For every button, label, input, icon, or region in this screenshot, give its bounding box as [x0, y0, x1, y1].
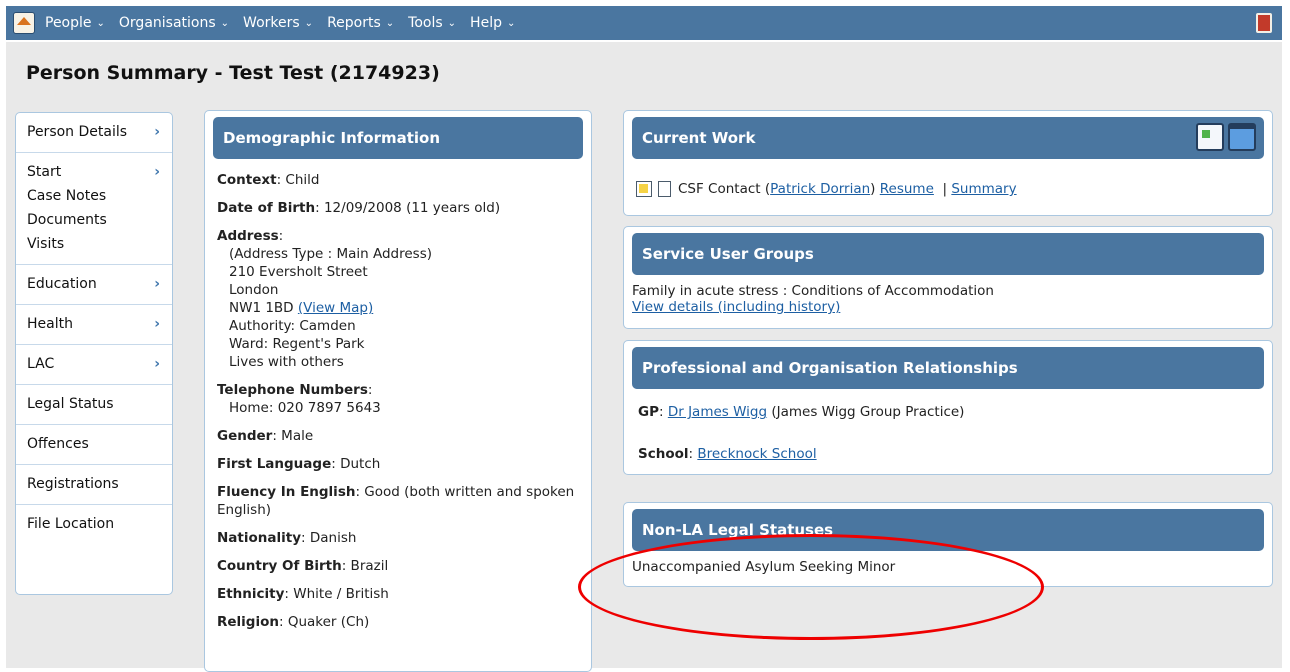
sidebar-group-offences: Offences	[16, 425, 172, 465]
sidebar-item-file-location[interactable]: File Location	[16, 513, 172, 537]
home-icon[interactable]	[13, 12, 35, 34]
chevron-right-icon: ›	[154, 316, 160, 332]
service-user-groups-body: Family in acute stress : Conditions of A…	[624, 275, 1272, 323]
workflow-icon[interactable]	[1196, 123, 1224, 151]
nav-people[interactable]: People ⌄	[45, 15, 105, 31]
sidebar-group-person: Person Details ›	[16, 113, 172, 153]
gender-row: Gender: Male	[217, 428, 314, 444]
gp-row: GP: Dr James Wigg (James Wigg Group Prac…	[638, 404, 965, 420]
address-lines: (Address Type : Main Address) 210 Eversh…	[217, 245, 579, 371]
sidebar-item-health[interactable]: Health ›	[16, 313, 172, 337]
sidebar-item-offences[interactable]: Offences	[16, 433, 172, 457]
country-of-birth-row: Country Of Birth: Brazil	[217, 558, 389, 574]
relationships-body: GP: Dr James Wigg (James Wigg Group Prac…	[624, 389, 1272, 501]
sidebar-item-person-details[interactable]: Person Details ›	[16, 121, 172, 145]
panel-header: Service User Groups	[632, 233, 1264, 275]
sidebar-group-start: Start › Case Notes Documents Visits	[16, 153, 172, 265]
view-map-link[interactable]: (View Map)	[298, 300, 373, 316]
service-user-groups-panel: Service User Groups Family in acute stre…	[623, 226, 1273, 329]
school-row: School: Brecknock School	[638, 446, 817, 462]
first-language-row: First Language: Dutch	[217, 456, 381, 472]
sidebar-group-education: Education ›	[16, 265, 172, 305]
current-work-panel: Current Work CSF Contact (Patrick Dorria…	[623, 110, 1273, 216]
demographic-panel: Demographic Information Context: Child D…	[204, 110, 592, 672]
nav-help[interactable]: Help ⌄	[470, 15, 515, 31]
worker-link[interactable]: Patrick Dorrian	[770, 181, 870, 197]
chevron-down-icon: ⌄	[506, 17, 516, 29]
fluency-row: Fluency In English: Good (both written a…	[217, 484, 575, 518]
sidebar-group-health: Health ›	[16, 305, 172, 345]
chevron-right-icon: ›	[154, 124, 160, 140]
current-work-body: CSF Contact (Patrick Dorrian) Resume | S…	[624, 159, 1272, 219]
chevron-down-icon: ⌄	[96, 17, 105, 29]
edit-icon[interactable]	[636, 181, 652, 197]
page-title: Person Summary - Test Test (2174923)	[26, 62, 440, 84]
chevron-right-icon: ›	[154, 276, 160, 292]
panel-header: Current Work	[632, 117, 1264, 159]
view-details-link[interactable]: View details (including history)	[632, 299, 1264, 315]
sidebar-group-legal: Legal Status	[16, 385, 172, 425]
window-icon[interactable]	[1228, 123, 1256, 151]
address-row: Address: (Address Type : Main Address) 2…	[217, 227, 579, 371]
sidebar-item-education[interactable]: Education ›	[16, 273, 172, 297]
demographic-body: Context: Child Date of Birth: 12/09/2008…	[205, 159, 591, 653]
chevron-down-icon: ⌄	[220, 17, 230, 29]
sidebar-group-registrations: Registrations	[16, 465, 172, 505]
sidebar-item-visits[interactable]: Visits	[16, 233, 172, 257]
nav-tools[interactable]: Tools ⌄	[408, 15, 456, 31]
sidebar-group-lac: LAC ›	[16, 345, 172, 385]
panel-header: Professional and Organisation Relationsh…	[632, 347, 1264, 389]
sidebar-item-legal-status[interactable]: Legal Status	[16, 393, 172, 417]
school-link[interactable]: Brecknock School	[697, 446, 816, 462]
ethnicity-row: Ethnicity: White / British	[217, 586, 389, 602]
exit-icon[interactable]	[1256, 13, 1272, 33]
main-navbar: People ⌄ Organisations ⌄ Workers ⌄ Reports ⌄…	[6, 6, 1282, 40]
panel-header: Demographic Information	[213, 117, 583, 159]
chevron-down-icon: ⌄	[304, 17, 314, 29]
document-icon[interactable]	[658, 181, 671, 197]
page: Person Summary - Test Test (2174923) Per…	[6, 42, 1282, 672]
nav-organisations[interactable]: Organisations ⌄	[119, 15, 229, 31]
relationships-panel: Professional and Organisation Relationsh…	[623, 340, 1273, 475]
panel-actions	[1192, 123, 1256, 151]
chevron-right-icon: ›	[154, 164, 160, 180]
sidebar-item-documents[interactable]: Documents	[16, 209, 172, 233]
postcode-line: NW1 1BD (View Map)	[229, 300, 374, 316]
sidebar-item-case-notes[interactable]: Case Notes	[16, 185, 172, 209]
highlight-annotation	[578, 534, 1044, 640]
gp-link[interactable]: Dr James Wigg	[668, 404, 767, 420]
sidebar: Person Details › Start › Case Notes Docume…	[15, 112, 173, 595]
dob-row: Date of Birth: 12/09/2008 (11 years old)	[217, 200, 501, 216]
chevron-down-icon: ⌄	[447, 17, 457, 29]
sidebar-item-lac[interactable]: LAC ›	[16, 353, 172, 377]
nav-workers[interactable]: Workers ⌄	[243, 15, 313, 31]
resume-link[interactable]: Resume	[880, 181, 934, 197]
chevron-down-icon: ⌄	[385, 17, 395, 29]
top-bar: People ⌄ Organisations ⌄ Workers ⌄ Reports ⌄…	[0, 0, 1290, 42]
chevron-right-icon: ›	[154, 356, 160, 372]
sidebar-item-registrations[interactable]: Registrations	[16, 473, 172, 497]
nav-reports[interactable]: Reports ⌄	[327, 15, 394, 31]
telephone-row: Telephone Numbers: Home: 020 7897 5643	[217, 382, 381, 416]
context-row: Context: Child	[217, 172, 320, 188]
religion-row: Religion: Quaker (Ch)	[217, 614, 370, 630]
nationality-row: Nationality: Danish	[217, 530, 357, 546]
summary-link[interactable]: Summary	[951, 181, 1016, 197]
sidebar-group-file-location: File Location	[16, 505, 172, 544]
sidebar-item-start[interactable]: Start ›	[16, 161, 172, 185]
